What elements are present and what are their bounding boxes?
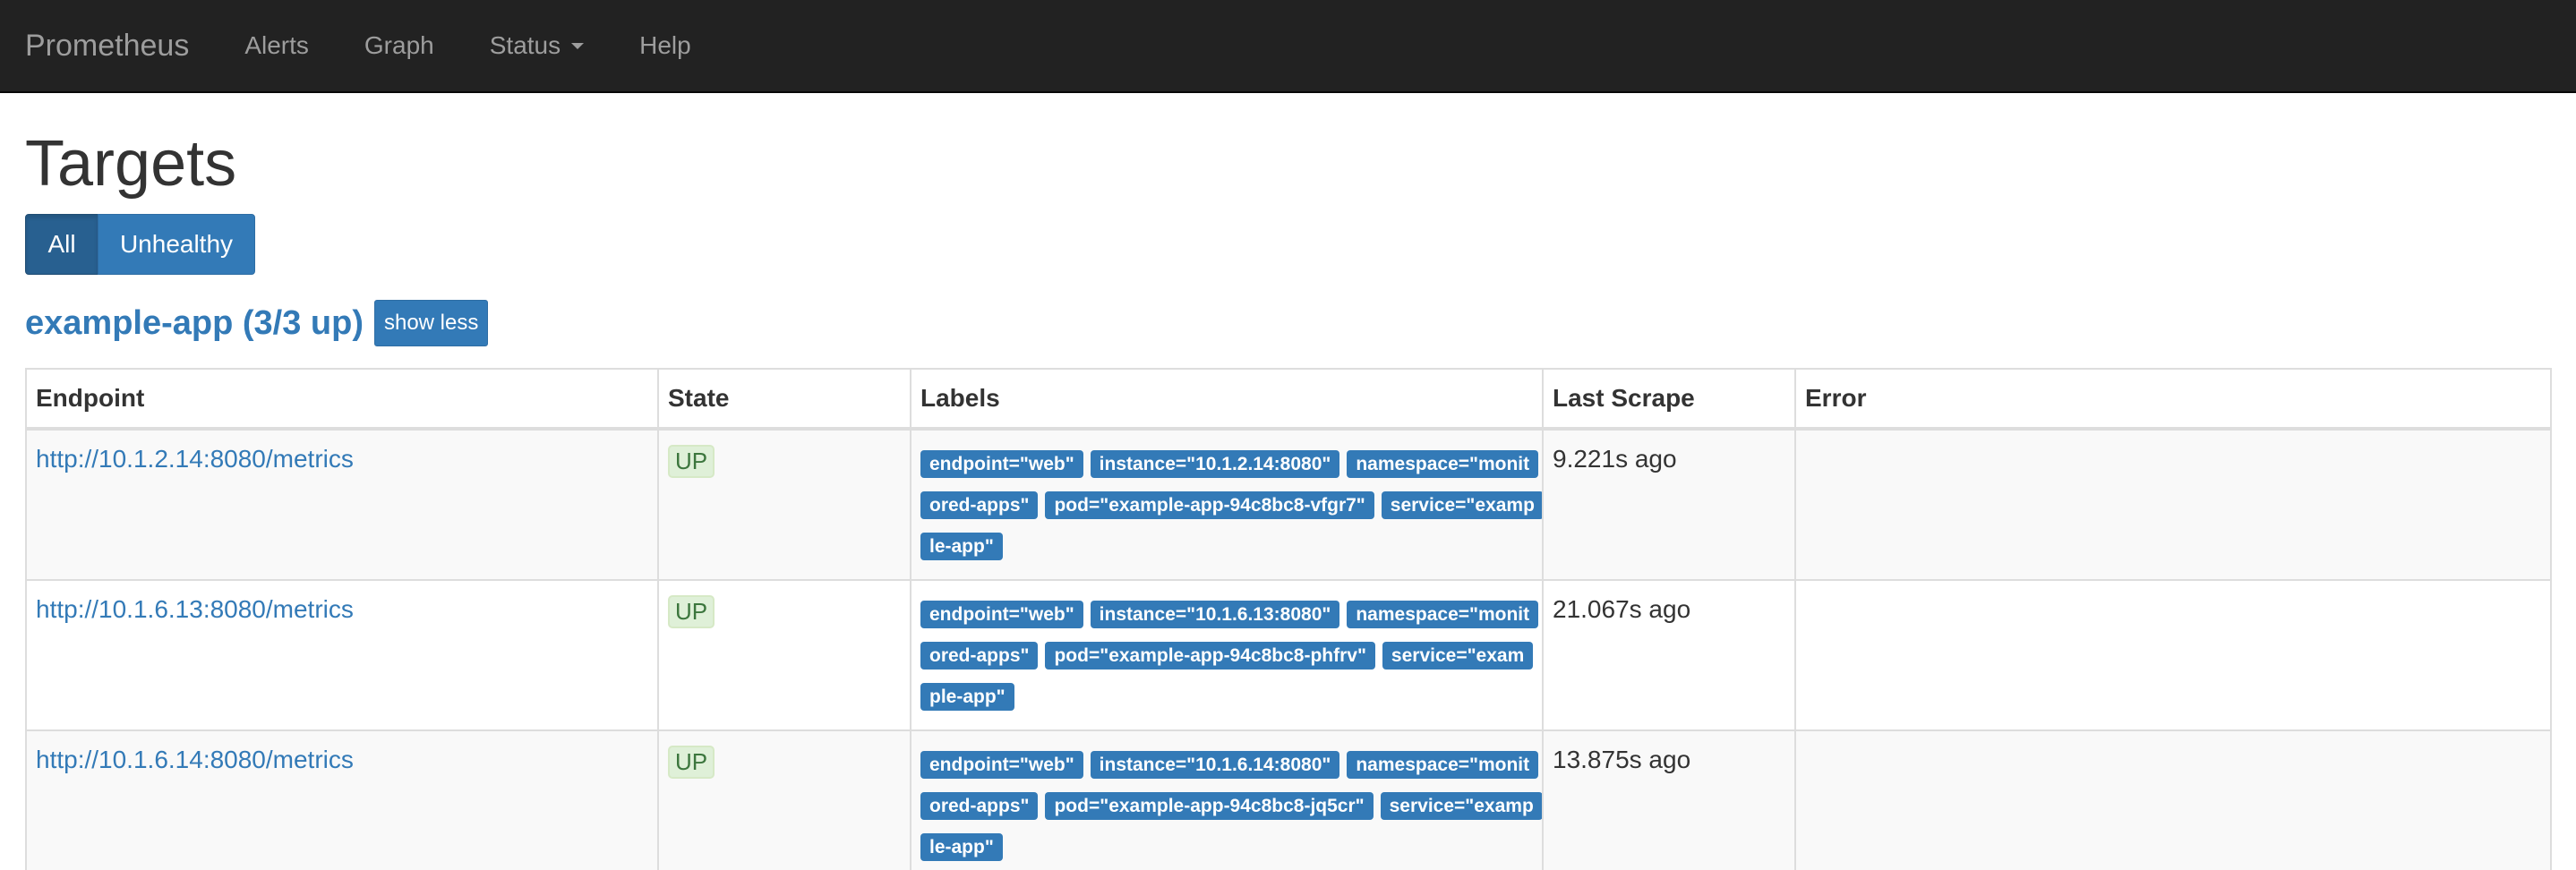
state-cell: UP	[657, 729, 911, 870]
label-chip: endpoint="web"	[920, 601, 1083, 629]
label-chip: instance="10.1.6.13:8080"	[1090, 601, 1340, 629]
job-header: example-app (3/3 up) show less	[25, 300, 2551, 347]
top-navbar: Prometheus Alerts Graph Status Help	[0, 0, 2576, 93]
column-header-state: State	[657, 368, 911, 431]
state-badge: UP	[668, 595, 715, 629]
table-row: http://10.1.6.14:8080/metrics UP endpoin…	[25, 729, 2552, 870]
nav-alerts-link[interactable]: Alerts	[244, 31, 309, 60]
last-scrape-cell: 9.221s ago	[1542, 428, 1796, 582]
endpoint-cell: http://10.1.6.13:8080/metrics	[25, 579, 659, 732]
filter-unhealthy-button[interactable]: Unhealthy	[98, 214, 255, 276]
label-chip: endpoint="web"	[920, 450, 1083, 479]
column-header-last-scrape: Last Scrape	[1542, 368, 1796, 431]
nav-graph-link[interactable]: Graph	[364, 31, 434, 60]
show-less-button[interactable]: show less	[373, 300, 489, 347]
endpoint-cell: http://10.1.6.14:8080/metrics	[25, 729, 659, 870]
last-scrape-value: 13.875s ago	[1553, 746, 1691, 774]
state-badge: UP	[668, 746, 715, 780]
state-cell: UP	[657, 428, 911, 582]
caret-down-icon	[571, 42, 585, 49]
endpoint-link[interactable]: http://10.1.2.14:8080/metrics	[36, 445, 354, 473]
nav-help-link[interactable]: Help	[639, 31, 691, 60]
labels-cell: endpoint="web" instance="10.1.6.14:8080" n…	[910, 729, 1544, 870]
label-chip: instance="10.1.6.14:8080"	[1090, 751, 1340, 780]
label-chip: instance="10.1.2.14:8080"	[1090, 450, 1340, 479]
job-title-link[interactable]: example-app (3/3 up)	[25, 304, 364, 343]
filter-all-button[interactable]: All	[25, 214, 98, 276]
targets-table: Endpoint State Labels Last Scrape Error …	[25, 368, 2552, 870]
nav-status-label: Status	[489, 31, 561, 59]
endpoint-link[interactable]: http://10.1.6.14:8080/metrics	[36, 746, 354, 773]
label-chip: pod="example-app-94c8bc8-phfrv"	[1045, 642, 1375, 670]
labels-cell: endpoint="web" instance="10.1.2.14:8080" n…	[910, 428, 1544, 582]
error-cell	[1794, 729, 2552, 870]
error-cell	[1794, 428, 2552, 582]
labels-cell: endpoint="web" instance="10.1.6.13:8080" n…	[910, 579, 1544, 732]
last-scrape-cell: 13.875s ago	[1542, 729, 1796, 870]
label-chip: pod="example-app-94c8bc8-jq5cr"	[1045, 792, 1374, 821]
last-scrape-cell: 21.067s ago	[1542, 579, 1796, 732]
column-header-error: Error	[1794, 368, 2552, 431]
column-header-labels: Labels	[910, 368, 1544, 431]
main-content: Targets All Unhealthy example-app (3/3 u…	[0, 128, 2576, 870]
page-title: Targets	[25, 128, 237, 200]
table-row: http://10.1.2.14:8080/metrics UP endpoin…	[25, 428, 2552, 582]
target-filter-group: All Unhealthy	[25, 214, 2551, 276]
nav-status-dropdown[interactable]: Status	[489, 31, 585, 60]
label-chip: pod="example-app-94c8bc8-vfgr7"	[1045, 491, 1374, 520]
column-header-endpoint: Endpoint	[25, 368, 659, 431]
table-header-row: Endpoint State Labels Last Scrape Error	[25, 368, 2552, 431]
label-chip: endpoint="web"	[920, 751, 1083, 780]
brand-link[interactable]: Prometheus	[0, 29, 189, 64]
endpoint-link[interactable]: http://10.1.6.13:8080/metrics	[36, 595, 354, 623]
endpoint-cell: http://10.1.2.14:8080/metrics	[25, 428, 659, 582]
error-cell	[1794, 579, 2552, 732]
state-cell: UP	[657, 579, 911, 732]
last-scrape-value: 21.067s ago	[1553, 595, 1691, 624]
last-scrape-value: 9.221s ago	[1553, 445, 1677, 473]
table-row: http://10.1.6.13:8080/metrics UP endpoin…	[25, 579, 2552, 732]
state-badge: UP	[668, 445, 715, 479]
